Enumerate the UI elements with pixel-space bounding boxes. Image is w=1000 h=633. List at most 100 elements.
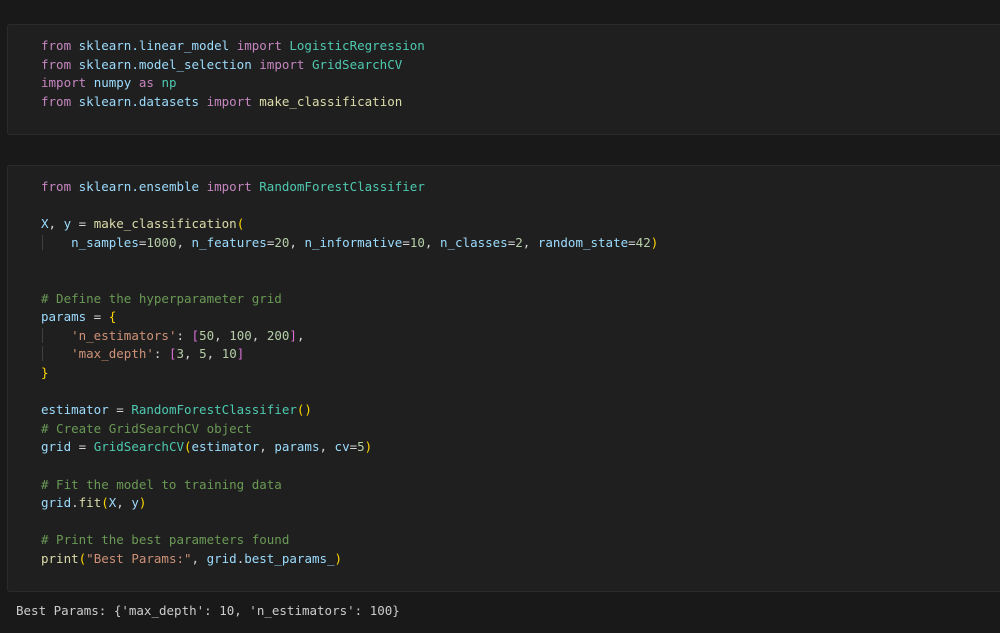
code-token: 10 (409, 234, 425, 250)
code-token (41, 234, 71, 250)
indent-guide (42, 346, 43, 362)
code-token: , (214, 327, 230, 343)
code-token: 5 (357, 439, 365, 455)
code-token: 3 (176, 346, 185, 362)
code-token: y (63, 216, 72, 232)
code-token: () (296, 402, 312, 418)
code-token: grid (41, 495, 72, 511)
code-token: 50 (199, 327, 215, 343)
code-token: , (206, 346, 222, 362)
code-token: [ (168, 346, 177, 362)
code-token: , (191, 550, 207, 566)
code-token: best_params_ (244, 550, 335, 566)
code-token: = (402, 234, 410, 250)
code-token: n_samples (71, 234, 139, 250)
code-token: import (259, 56, 305, 72)
code-token: sklearn.linear_model (78, 38, 230, 53)
code-line: } (41, 364, 658, 383)
code-line: from sklearn.linear_model import Logisti… (41, 37, 425, 56)
code-line: # Fit the model to training data (41, 476, 658, 495)
code-line: print("Best Params:", grid.best_params_) (41, 550, 658, 569)
code-token: GridSearchCV (93, 439, 184, 455)
code-token: = (71, 216, 94, 232)
code-token: 5 (199, 346, 207, 362)
code-token: estimator (41, 402, 109, 418)
code-token: np (161, 75, 177, 91)
code-line: X, y = make_classification( (41, 215, 658, 234)
code-token: ( (101, 495, 109, 511)
code-token: : (153, 346, 169, 362)
code-token: ] (236, 346, 245, 362)
code-token: params (274, 439, 320, 455)
code-token: ) (138, 495, 147, 511)
code-token: 'n_estimators' (71, 327, 177, 343)
code-token: from (41, 38, 72, 53)
code-token: , (319, 439, 335, 455)
code-line: estimator = RandomForestClassifier() (41, 401, 658, 420)
code-token: = (349, 439, 358, 455)
code-token: RandomForestClassifier (131, 402, 297, 418)
code-token: 1000 (146, 234, 177, 250)
code-line: grid = GridSearchCV(estimator, params, c… (41, 438, 658, 457)
code-token: 2 (515, 234, 523, 250)
code-token: ( (184, 439, 192, 455)
code-token: random_state (537, 234, 629, 250)
code-token: sklearn.model_selection (78, 56, 252, 72)
cell-output: Best Params: {'max_depth': 10, 'n_estima… (16, 603, 400, 618)
code-token: ) (650, 234, 659, 250)
code-token: estimator (191, 439, 260, 455)
code-token: } (41, 364, 49, 380)
code-token: ] (289, 327, 297, 343)
code-token: X (41, 216, 49, 232)
code-editor[interactable]: from sklearn.linear_model import Logisti… (41, 37, 425, 111)
code-token: , (251, 327, 267, 343)
code-token: grid (41, 439, 72, 455)
code-line: 'max_depth': [3, 5, 10] (41, 345, 658, 364)
code-token: 200 (266, 327, 290, 343)
code-comment: # Create GridSearchCV object (41, 420, 252, 436)
code-comment: # Fit the model to training data (41, 476, 282, 492)
indent-guide (42, 234, 43, 250)
code-token: n_classes (439, 234, 508, 250)
code-token: print (41, 550, 79, 566)
code-comment: # Define the hyperparameter grid (41, 290, 282, 306)
code-token: sklearn.datasets (78, 93, 200, 109)
code-token: make_classification (259, 93, 403, 109)
code-token: . (71, 495, 79, 511)
code-token: "Best Params:" (86, 550, 192, 566)
code-line: from sklearn.ensemble import RandomFores… (41, 178, 658, 197)
code-token: GridSearchCV (311, 56, 403, 72)
code-token: import (236, 38, 282, 53)
code-token: cv (334, 439, 350, 455)
code-token: , (296, 327, 305, 343)
code-token: import (41, 75, 87, 91)
code-cell-imports[interactable]: from sklearn.linear_model import Logisti… (7, 24, 1000, 135)
code-token: , (184, 346, 200, 362)
code-token: , (289, 234, 305, 250)
code-token (41, 346, 71, 362)
code-token: sklearn.ensemble (78, 179, 200, 194)
code-token: ) (334, 550, 343, 566)
code-token: = (108, 402, 132, 418)
code-token: 42 (635, 234, 651, 250)
code-line: import numpy as np (41, 74, 425, 93)
code-editor[interactable]: from sklearn.ensemble import RandomFores… (41, 178, 658, 568)
code-cell-grid-search[interactable]: from sklearn.ensemble import RandomFores… (7, 165, 1000, 592)
code-token: RandomForestClassifier (259, 179, 425, 194)
code-token: = (71, 439, 94, 455)
code-token: numpy (93, 75, 132, 91)
code-token (41, 327, 71, 343)
indent-guide (42, 327, 43, 343)
